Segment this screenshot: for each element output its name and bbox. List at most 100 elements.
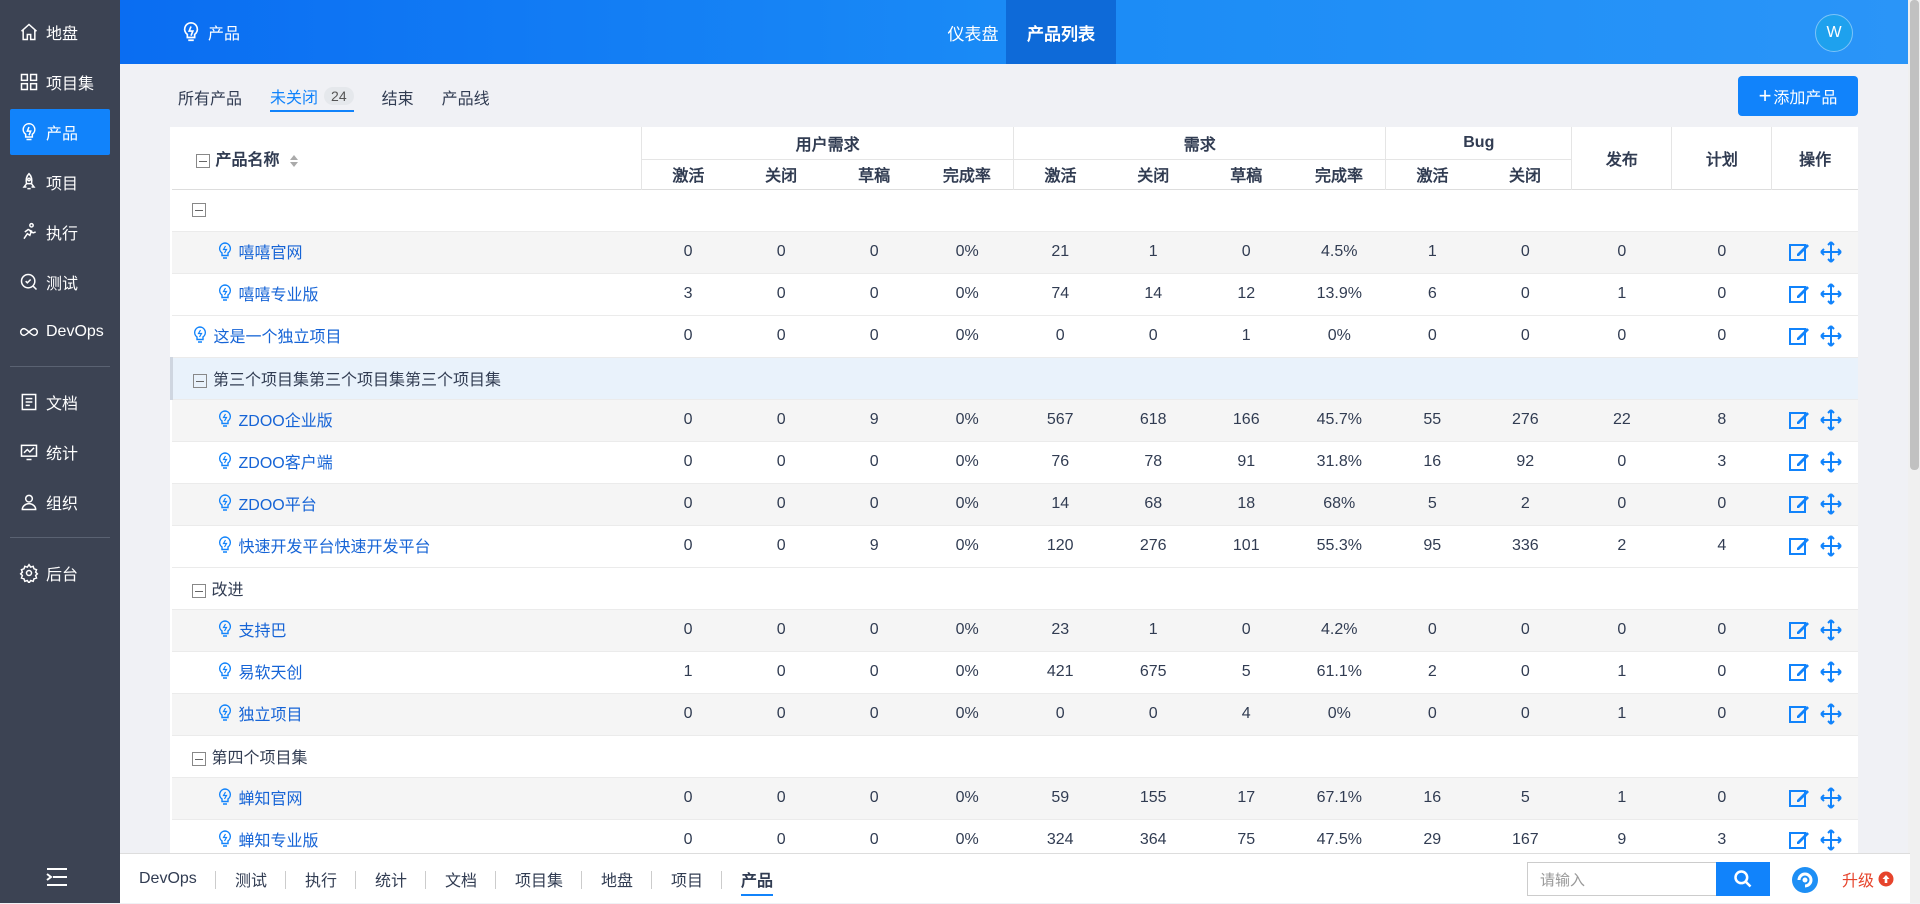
table-row: 蝉知专业版 0 0 0 0% 324 364 75 47.5% 29 167 9 3 xyxy=(171,819,1858,853)
nav-dashboard[interactable]: 仪表盘 xyxy=(932,0,1014,64)
collapse-menu-icon[interactable] xyxy=(45,866,69,888)
move-icon[interactable] xyxy=(1819,702,1843,726)
taskbar-stat[interactable]: 统计 xyxy=(375,854,407,904)
taskbar-devops[interactable]: DevOps xyxy=(139,854,197,904)
edit-icon[interactable] xyxy=(1787,702,1811,726)
table-cell: 0 xyxy=(734,399,828,442)
move-icon[interactable] xyxy=(1819,450,1843,474)
col-req: 需求 xyxy=(1013,127,1387,160)
sidebar-item-project[interactable]: 项目 xyxy=(10,159,110,205)
move-icon[interactable] xyxy=(1819,408,1843,432)
product-link[interactable]: 独立项目 xyxy=(217,701,303,725)
product-link[interactable]: 嘻嘻专业版 xyxy=(217,281,319,305)
sidebar-item-label: 组织 xyxy=(46,496,79,513)
move-icon[interactable] xyxy=(1819,786,1843,810)
sidebar-item-label: 文档 xyxy=(46,396,79,413)
sidebar-item-doc[interactable]: 文档 xyxy=(10,379,110,425)
move-icon[interactable] xyxy=(1819,282,1843,306)
sort-icon[interactable] xyxy=(288,153,300,169)
taskbar-dashboard[interactable]: 地盘 xyxy=(601,854,633,904)
collapse-group-icon[interactable] xyxy=(193,373,207,388)
upgrade-link[interactable]: 升级 xyxy=(1842,854,1894,904)
taskbar-execution[interactable]: 执行 xyxy=(305,854,337,904)
move-icon[interactable] xyxy=(1819,618,1843,642)
add-product-button[interactable]: + 添加产品 xyxy=(1738,76,1858,116)
product-link[interactable]: 蝉知官网 xyxy=(217,785,303,809)
sidebar-item-label: 后台 xyxy=(46,567,79,584)
zentao-logo-icon[interactable] xyxy=(1790,865,1820,895)
move-icon[interactable] xyxy=(1819,534,1843,558)
product-icon xyxy=(218,494,231,511)
sidebar-item-admin[interactable]: 后台 xyxy=(10,550,110,596)
sidebar-item-product[interactable]: 产品 xyxy=(10,109,110,155)
edit-icon[interactable] xyxy=(1787,534,1811,558)
product-link[interactable]: 蝉知专业版 xyxy=(217,827,319,851)
search-button[interactable] xyxy=(1716,862,1770,896)
collapse-group-icon[interactable] xyxy=(191,751,206,766)
table-cell: 1 xyxy=(1571,777,1672,820)
search-input[interactable]: 请输入 xyxy=(1527,862,1717,896)
sidebar-item-devops[interactable]: DevOps xyxy=(10,309,110,355)
ops-cell xyxy=(1771,483,1858,526)
sidebar-item-stat[interactable]: 统计 xyxy=(10,429,110,475)
row-actions xyxy=(1772,240,1858,264)
tab-product-line[interactable]: 产品线 xyxy=(442,82,490,112)
product-link[interactable]: 快速开发平台快速开发平台 xyxy=(217,533,431,557)
nav-product-list[interactable]: 产品列表 xyxy=(1006,0,1116,64)
table-cell: 0 xyxy=(734,609,828,652)
product-link[interactable]: ZDOO企业版 xyxy=(217,407,333,431)
taskbar-doc[interactable]: 文档 xyxy=(445,854,477,904)
product-name-cell: 快速开发平台快速开发平台 xyxy=(171,525,642,568)
move-icon[interactable] xyxy=(1819,492,1843,516)
tab-all[interactable]: 所有产品 xyxy=(178,82,242,112)
sidebar-item-test[interactable]: 测试 xyxy=(10,259,110,305)
product-link[interactable]: 这是一个独立项目 xyxy=(192,323,342,347)
edit-icon[interactable] xyxy=(1787,492,1811,516)
edit-icon[interactable] xyxy=(1787,450,1811,474)
table-cell: 0% xyxy=(920,441,1014,484)
ops-cell xyxy=(1771,441,1858,484)
tab-open[interactable]: 未关闭 24 xyxy=(270,82,354,112)
edit-icon[interactable] xyxy=(1787,618,1811,642)
product-link[interactable]: 易软天创 xyxy=(217,659,303,683)
taskbar-test[interactable]: 测试 xyxy=(235,854,267,904)
sidebar-item-execution[interactable]: 执行 xyxy=(10,209,110,255)
avatar[interactable]: W xyxy=(1815,14,1853,52)
move-icon[interactable] xyxy=(1819,828,1843,852)
product-name-cell: 嘻嘻专业版 xyxy=(171,273,642,316)
edit-icon[interactable] xyxy=(1787,828,1811,852)
sidebar-item-program[interactable]: 项目集 xyxy=(10,59,110,105)
sidebar-item-dashboard[interactable]: 地盘 xyxy=(10,9,110,55)
product-link[interactable]: ZDOO平台 xyxy=(217,491,317,515)
taskbar-project[interactable]: 项目 xyxy=(671,854,703,904)
table-row: ZDOO企业版 0 0 9 0% 567 618 166 45.7% 55 276 22 8 xyxy=(171,399,1858,442)
col-product-name[interactable]: 产品名称 xyxy=(171,127,643,189)
move-icon[interactable] xyxy=(1819,660,1843,684)
collapse-group-icon[interactable] xyxy=(191,202,206,217)
move-icon[interactable] xyxy=(1819,240,1843,264)
product-icon xyxy=(218,704,231,721)
edit-icon[interactable] xyxy=(1787,282,1811,306)
edit-icon[interactable] xyxy=(1787,324,1811,348)
tab-closed[interactable]: 结束 xyxy=(382,82,414,112)
app-title[interactable]: 产品 xyxy=(180,0,240,64)
edit-icon[interactable] xyxy=(1787,786,1811,810)
edit-icon[interactable] xyxy=(1787,408,1811,432)
product-link[interactable]: ZDOO客户端 xyxy=(217,449,333,473)
sidebar-item-org[interactable]: 组织 xyxy=(10,479,110,525)
collapse-all-icon[interactable] xyxy=(195,153,210,168)
product-link[interactable]: 支持巴 xyxy=(217,617,287,641)
edit-icon[interactable] xyxy=(1787,660,1811,684)
page-scrollbar-thumb[interactable] xyxy=(1910,0,1919,470)
table-cell: 0 xyxy=(734,273,828,316)
product-link[interactable]: 嘻嘻官网 xyxy=(217,239,303,263)
edit-icon[interactable] xyxy=(1787,240,1811,264)
table-cell: 0 xyxy=(1571,609,1672,652)
taskbar-product[interactable]: 产品 xyxy=(741,854,774,904)
collapse-group-icon[interactable] xyxy=(191,583,206,598)
sidebar-divider xyxy=(10,537,110,538)
taskbar-program[interactable]: 项目集 xyxy=(515,854,563,904)
product-icon xyxy=(218,452,231,469)
move-icon[interactable] xyxy=(1819,324,1843,348)
col-release: 发布 xyxy=(1571,127,1673,189)
